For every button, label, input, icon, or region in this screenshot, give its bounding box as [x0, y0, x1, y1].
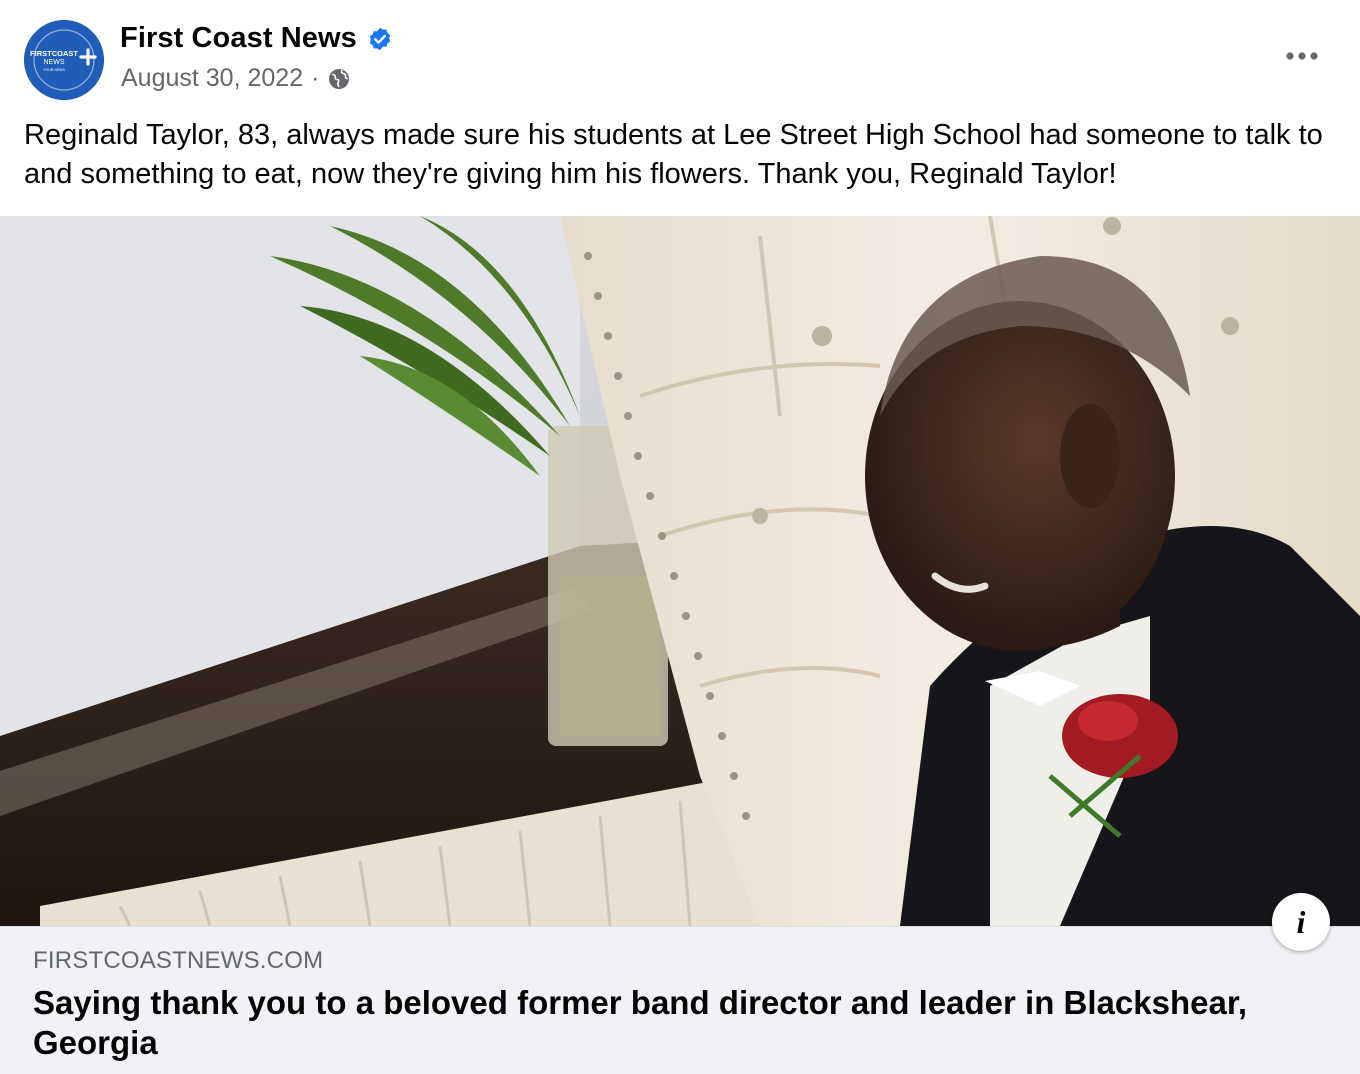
- post-message: Reginald Taylor, 83, always made sure hi…: [24, 119, 1323, 190]
- more-options-button[interactable]: [1280, 38, 1324, 74]
- page-avatar[interactable]: FIRSTCOAST NEWS YOUR NEWS: [24, 20, 104, 100]
- more-options-icon: [1286, 52, 1318, 60]
- info-button[interactable]: i: [1272, 893, 1330, 951]
- page-name-row: First Coast News: [120, 22, 393, 55]
- logo-text-line3: YOUR NEWS: [43, 68, 65, 72]
- verified-badge-icon: [367, 26, 393, 52]
- post-photo[interactable]: [0, 216, 1360, 926]
- photo-illustration: [0, 216, 1360, 926]
- post-meta: August 30, 2022 ·: [121, 64, 351, 93]
- first-coast-news-logo: FIRSTCOAST NEWS YOUR NEWS: [24, 20, 104, 100]
- link-title[interactable]: Saying thank you to a beloved former ban…: [33, 983, 1313, 1063]
- page-name-link[interactable]: First Coast News: [120, 22, 357, 55]
- meta-separator: ·: [311, 64, 320, 92]
- globe-icon[interactable]: [327, 67, 351, 91]
- link-preview-card[interactable]: FIRSTCOASTNEWS.COM Saying thank you to a…: [0, 926, 1360, 1074]
- facebook-post: FIRSTCOAST NEWS YOUR NEWS First Coast Ne…: [0, 0, 1360, 1074]
- link-domain: FIRSTCOASTNEWS.COM: [33, 947, 324, 974]
- logo-text-line2: NEWS: [44, 59, 65, 66]
- post-timestamp[interactable]: August 30, 2022: [121, 64, 303, 93]
- logo-text-line1: FIRSTCOAST: [30, 49, 78, 58]
